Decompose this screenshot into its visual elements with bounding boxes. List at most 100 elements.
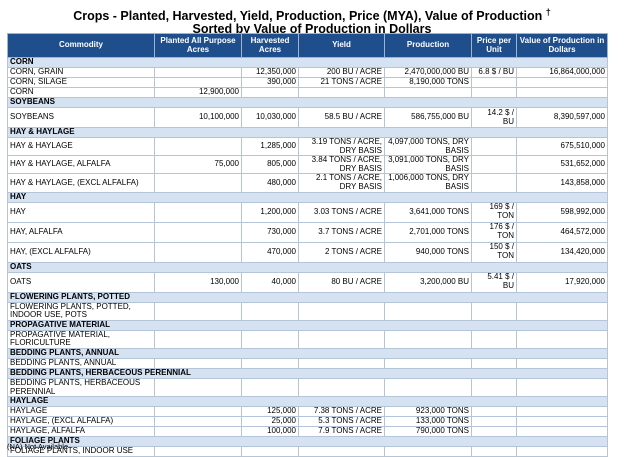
value-cell: 134,420,000 [516,241,608,263]
harvested-cell: 125,000 [241,406,299,418]
planted-cell [154,329,242,349]
production-cell [384,87,472,98]
table-row: FOLIAGE PLANTS, INDOOR USE [7,446,608,457]
commodity-cell: HAY, (EXCL ALFALFA) [7,241,155,263]
planted-cell [154,301,242,321]
production-cell: 3,091,000 TONS, DRY BASIS [384,155,472,175]
value-cell [516,77,608,88]
yield-cell [298,357,385,369]
production-cell [384,446,472,457]
harvested-cell [241,377,299,398]
col-header-production[interactable]: Production [384,33,472,58]
commodity-cell: HAY & HAYLAGE, (EXCL ALFALFA) [7,173,155,193]
table-row: HAY 1,200,000 3.03 TONS / ACRE 3,641,000 TO… [7,201,608,223]
price-cell: 150 $ / TON [471,241,517,263]
commodity-cell: CORN [7,87,155,98]
production-cell [384,329,472,349]
price-cell: 176 $ / TON [471,221,517,243]
value-cell: 598,992,000 [516,201,608,223]
production-cell: 790,000 TONS [384,426,472,438]
yield-cell: 3.19 TONS / ACRE, DRY BASIS [298,136,385,157]
yield-cell: 21 TONS / ACRE [298,77,385,88]
production-cell [384,357,472,369]
value-cell: 531,652,000 [516,155,608,175]
value-cell [516,377,608,398]
planted-cell: 130,000 [154,271,242,293]
planted-cell [154,426,242,438]
harvested-cell: 40,000 [241,271,299,293]
harvested-cell: 805,000 [241,155,299,175]
price-cell [471,136,517,157]
col-header-harvested[interactable]: Harvested Acres [241,33,299,58]
report-title: Crops - Planted, Harvested, Yield, Produ… [0,6,624,35]
section-header-row: BEDDING PLANTS, ANNUAL [7,347,608,359]
col-header-price[interactable]: Price per Unit [471,33,517,58]
yield-cell [298,87,385,98]
value-cell [516,406,608,418]
commodity-cell: HAY [7,201,155,223]
yield-cell: 80 BU / ACRE [298,271,385,293]
col-header-commodity[interactable]: Commodity [7,33,155,58]
dagger-footnote-mark: † [545,7,551,17]
section-header-row: FOLIAGE PLANTS [7,436,608,448]
price-cell [471,173,517,193]
yield-cell: 3.03 TONS / ACRE [298,201,385,223]
price-cell [471,301,517,321]
table-body: CORN CORN, GRAIN 12,350,000 200 BU / ACRE 2,… [7,57,608,457]
col-header-value[interactable]: Value of Production in Dollars [516,33,608,58]
harvested-cell: 730,000 [241,221,299,243]
planted-cell [154,406,242,418]
production-cell: 1,006,000 TONS, DRY BASIS [384,173,472,193]
section-header-row: PROPAGATIVE MATERIAL [7,319,608,331]
price-cell: 6.8 $ / BU [471,67,517,78]
section-header-row: FLOWERING PLANTS, POTTED [7,291,608,303]
value-cell: 16,864,000,000 [516,67,608,78]
table-row: SOYBEANS 10,100,000 10,030,000 58.5 BU / AC… [7,107,608,128]
yield-cell: 200 BU / ACRE [298,67,385,78]
section-header-row: SOYBEANS [7,97,608,108]
value-cell: 17,920,000 [516,271,608,293]
section-header-row: CORN [7,57,608,68]
yield-cell: 2 TONS / ACRE [298,241,385,263]
commodity-cell: HAY, ALFALFA [7,221,155,243]
planted-cell [154,357,242,369]
col-header-yield[interactable]: Yield [298,33,385,58]
yield-cell [298,329,385,349]
table-row: HAY, (EXCL ALFALFA) 470,000 2 TONS / ACRE 9… [7,241,608,263]
production-cell: 2,470,000,000 BU [384,67,472,78]
value-cell: 143,858,000 [516,173,608,193]
planted-cell [154,67,242,78]
commodity-cell: FLOWERING PLANTS, POTTED, INDOOR USE, PO… [7,301,155,321]
harvested-cell: 480,000 [241,173,299,193]
table-row: HAYLAGE 125,000 7.38 TONS / ACRE 923,000 TO… [7,406,608,418]
harvested-cell: 25,000 [241,416,299,428]
planted-cell [154,77,242,88]
table-row: HAYLAGE, ALFALFA 100,000 7.9 TONS / ACRE 79… [7,426,608,438]
report-header: Crops - Planted, Harvested, Yield, Produ… [0,0,624,35]
value-cell [516,446,608,457]
section-label: SOYBEANS [7,97,608,108]
commodity-cell: CORN, GRAIN [7,67,155,78]
value-cell [516,357,608,369]
price-cell [471,377,517,398]
table-row: HAY & HAYLAGE, (EXCL ALFALFA) 480,000 2.1 … [7,173,608,193]
value-cell [516,301,608,321]
section-header-row: HAYLAGE [7,396,608,408]
commodity-cell: HAY & HAYLAGE, ALFALFA [7,155,155,175]
planted-cell [154,201,242,223]
production-cell: 4,097,000 TONS, DRY BASIS [384,136,472,157]
value-cell: 675,510,000 [516,136,608,157]
section-label: HAYLAGE [7,396,608,408]
commodity-cell: HAYLAGE, (EXCL ALFALFA) [7,416,155,428]
harvested-cell: 390,000 [241,77,299,88]
value-cell: 464,572,000 [516,221,608,243]
table-row: HAYLAGE, (EXCL ALFALFA) 25,000 5.3 TONS / … [7,416,608,428]
commodity-cell: CORN, SILAGE [7,77,155,88]
value-cell: 8,390,597,000 [516,107,608,128]
table-header-row: Commodity Planted All Purpose Acres Harv… [7,33,608,58]
section-label: CORN [7,57,608,68]
harvested-cell [241,301,299,321]
table-row: CORN, GRAIN 12,350,000 200 BU / ACRE 2,470,… [7,67,608,78]
col-header-planted[interactable]: Planted All Purpose Acres [154,33,242,58]
yield-cell: 5.3 TONS / ACRE [298,416,385,428]
